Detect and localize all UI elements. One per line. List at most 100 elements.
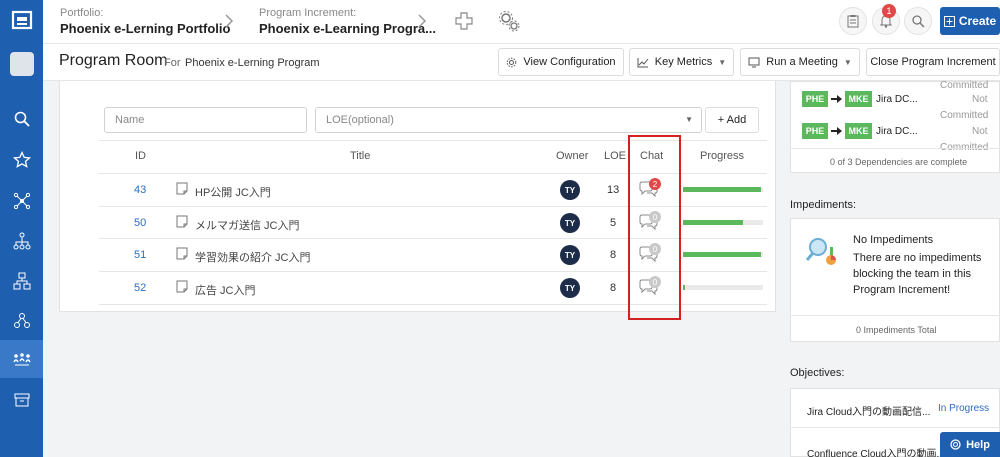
plus-square-icon (943, 15, 955, 27)
loe-value: 8 (610, 282, 617, 294)
add-icon[interactable] (451, 8, 477, 34)
objective-name[interactable]: Confluence Cloud入門の動画... (807, 445, 945, 457)
org-chart-icon[interactable] (0, 262, 43, 300)
dependency-from-tag[interactable]: PHE (802, 123, 828, 139)
feature-title[interactable]: 広告 JC入門 (195, 282, 256, 298)
feature-id[interactable]: 43 (134, 184, 146, 196)
progress-bar (683, 187, 763, 192)
impediments-message: There are no impediments blocking the te… (853, 252, 982, 296)
chevron-right-icon (225, 14, 234, 28)
col-header-title[interactable]: Title (350, 150, 370, 162)
portfolio-value[interactable]: Phoenix e-Lerning Portfolio (60, 21, 230, 36)
archive-icon[interactable] (0, 381, 43, 419)
portfolio-breadcrumb[interactable]: Portfolio: Phoenix e-Lerning Portfolio (60, 7, 230, 36)
create-button[interactable]: Create (940, 7, 1000, 35)
dependencies-summary: 0 of 3 Dependencies are complete (830, 157, 968, 167)
document-icon (176, 182, 188, 195)
progress-bar (683, 252, 763, 257)
key-metrics-label: Key Metrics (654, 56, 713, 68)
program-room-header: Program Room For Phoenix e-Lerning Progr… (43, 44, 1000, 81)
loe-value: 5 (610, 217, 617, 229)
dependency-status: Not (972, 94, 988, 105)
owner-avatar[interactable]: TY (560, 245, 580, 265)
dependency-to-tag[interactable]: MKE (845, 123, 872, 139)
col-header-id[interactable]: ID (135, 150, 146, 162)
lifebuoy-icon (950, 439, 961, 450)
feature-id[interactable]: 50 (134, 217, 146, 229)
user-avatar-slot[interactable] (0, 45, 43, 83)
loe-select-placeholder: LOE(optional) (326, 114, 394, 126)
gear-icon (507, 57, 517, 67)
col-header-loe[interactable]: LOE (604, 150, 626, 162)
dependency-name[interactable]: Jira DC... (876, 126, 918, 137)
loe-value: 13 (607, 184, 620, 196)
progress-bar (683, 285, 763, 290)
progress-fill (683, 252, 761, 257)
col-header-progress[interactable]: Progress (700, 150, 744, 162)
close-increment-button[interactable]: Close Program Increment (866, 48, 1000, 76)
team-icon[interactable] (0, 302, 43, 340)
clipboard-button[interactable] (839, 7, 867, 35)
feature-title[interactable]: メルマガ送信 JC入門 (195, 217, 300, 233)
search-icon[interactable] (0, 100, 43, 138)
owner-avatar[interactable]: TY (560, 180, 580, 200)
loe-value: 8 (610, 249, 617, 261)
dependency-name[interactable]: Jira DC... (876, 94, 918, 105)
monitor-icon (748, 57, 760, 67)
owner-avatar[interactable]: TY (560, 213, 580, 233)
network-icon[interactable] (0, 182, 43, 220)
caret-down-icon: ▼ (843, 57, 852, 67)
star-icon[interactable] (0, 141, 43, 179)
name-input[interactable]: Name (104, 107, 307, 133)
chart-icon (637, 57, 649, 67)
arrow-right-icon (831, 95, 842, 103)
col-header-owner[interactable]: Owner (556, 150, 588, 162)
objective-name[interactable]: Jira Cloud入門の動画配信... (807, 403, 930, 418)
dependency-from-tag[interactable]: PHE (802, 91, 828, 107)
left-nav (0, 0, 43, 457)
divider (790, 148, 1000, 149)
document-icon (176, 280, 188, 293)
program-name: Phoenix e-Lerning Program (185, 57, 320, 69)
increment-label: Program Increment: (259, 7, 357, 19)
global-search-button[interactable] (904, 7, 932, 35)
progress-fill (683, 285, 685, 290)
view-configuration-label: View Configuration (523, 56, 616, 68)
arrow-right-icon (831, 127, 842, 135)
run-meeting-button[interactable]: Run a Meeting ▼ (740, 48, 860, 76)
caret-down-icon: ▼ (685, 115, 693, 124)
key-metrics-button[interactable]: Key Metrics ▼ (629, 48, 734, 76)
view-configuration-button[interactable]: View Configuration (498, 48, 624, 76)
page-title: Program Room (59, 52, 168, 69)
top-bar: Portfolio: Phoenix e-Lerning Portfolio P… (43, 0, 1000, 44)
increment-value[interactable]: Phoenix e-Learning Progra... (259, 21, 436, 36)
caret-down-icon: ▼ (718, 57, 727, 67)
magnifier-chart-icon (804, 233, 840, 269)
loe-select[interactable]: LOE(optional) ▼ (315, 107, 702, 133)
avatar[interactable] (9, 52, 34, 76)
divider (790, 315, 1000, 316)
feature-title[interactable]: 学習効果の紹介 JC入門 (195, 249, 311, 265)
hierarchy-icon[interactable] (0, 222, 43, 260)
progress-bar (683, 220, 763, 225)
divider (790, 427, 1000, 428)
document-icon (176, 215, 188, 228)
chevron-right-icon (418, 14, 427, 28)
dependency-to-tag[interactable]: MKE (845, 91, 872, 107)
feature-id[interactable]: 52 (134, 282, 146, 294)
add-button[interactable]: + Add (705, 107, 759, 133)
increment-breadcrumb[interactable]: Program Increment: Phoenix e-Learning Pr… (259, 7, 436, 36)
impediments-label: Impediments: (790, 199, 857, 211)
dependency-status-top: Committed (940, 80, 989, 91)
clipboard-icon (847, 15, 859, 28)
app-logo[interactable] (0, 0, 43, 40)
feature-title[interactable]: HP公開 JC入門 (195, 184, 271, 200)
notifications-button[interactable]: 1 (872, 4, 900, 35)
help-button[interactable]: Help (940, 432, 1000, 457)
impediments-title: No Impediments (853, 234, 934, 246)
gears-icon[interactable] (496, 8, 522, 34)
feature-id[interactable]: 51 (134, 249, 146, 261)
owner-avatar[interactable]: TY (560, 278, 580, 298)
for-label: For (164, 57, 181, 69)
program-room-icon[interactable] (0, 340, 43, 378)
